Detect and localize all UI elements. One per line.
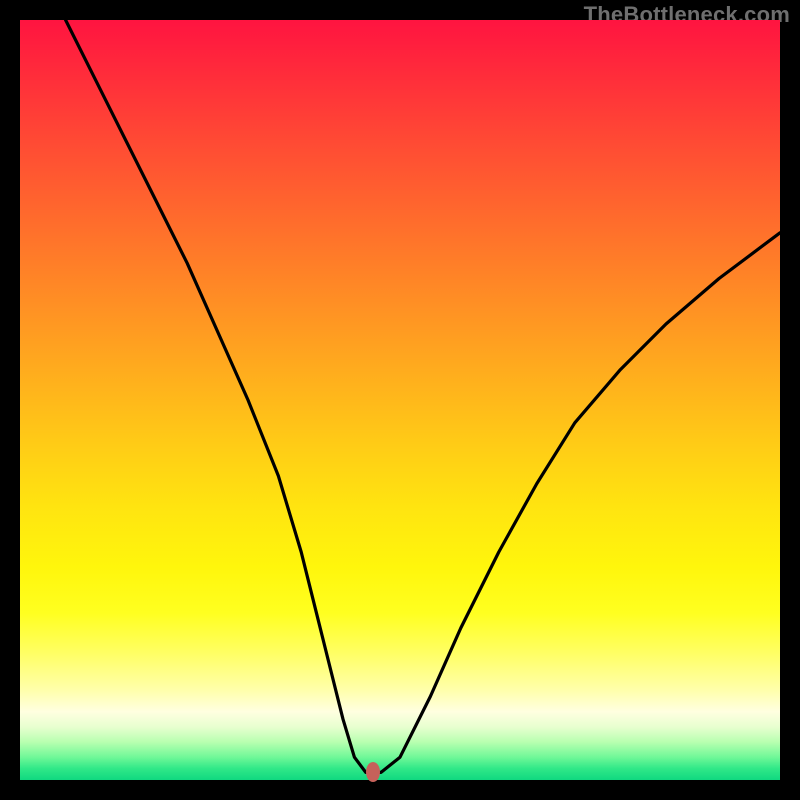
optimum-marker (366, 762, 380, 782)
plot-area (20, 20, 780, 780)
chart-frame: TheBottleneck.com (0, 0, 800, 800)
bottleneck-curve (20, 20, 780, 780)
